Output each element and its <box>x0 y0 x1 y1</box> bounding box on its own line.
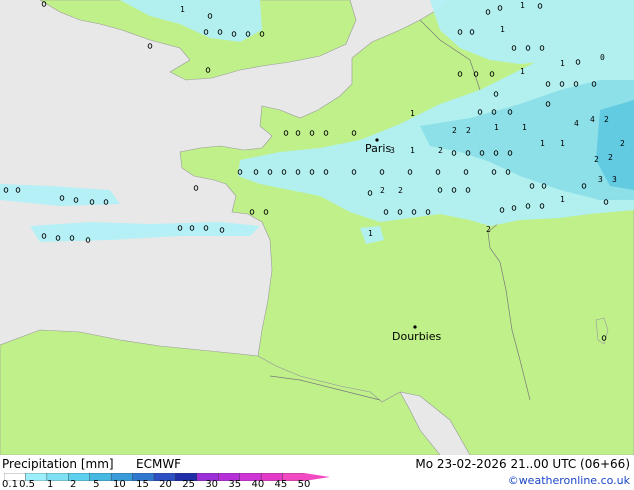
precip-label: 1 <box>500 25 505 34</box>
precip-label: 1 <box>410 109 415 118</box>
color-scale-tick-label: 20 <box>159 479 172 490</box>
precip-label: 4 <box>574 119 579 128</box>
precip-label: 1 <box>520 1 525 10</box>
legend-footer: Precipitation [mm] ECMWF Mo 23-02-2026 2… <box>0 455 634 490</box>
precip-label: 1 <box>560 59 565 68</box>
precipitation-map: 3 1 2 2 2 1 1 4 4 2 2 2 3 3 2 2 2 2 1 1 … <box>0 0 634 455</box>
precip-label: 1 <box>560 139 565 148</box>
precip-label: 1 <box>522 123 527 132</box>
dourbies-marker <box>413 325 417 329</box>
color-scale-tick-label: 0.1 <box>2 479 18 490</box>
color-scale-tick-label: 50 <box>297 479 311 490</box>
color-scale-tick-label: 35 <box>228 479 242 490</box>
color-scale-tick-label: 40 <box>251 479 265 490</box>
precip-label: 2 <box>486 225 491 234</box>
city-label-paris: Paris <box>365 142 391 155</box>
precip-label: 2 <box>608 153 613 162</box>
precip-label: 2 <box>380 186 385 195</box>
precip-label: 2 <box>620 139 625 148</box>
color-scale-tick-label: 30 <box>205 479 219 490</box>
precip-label: 1 <box>368 229 373 238</box>
precip-label: 1 <box>180 5 185 14</box>
valid-datetime: Mo 23-02-2026 21..00 UTC (06+66) <box>415 457 630 471</box>
color-scale-tick-label: 10 <box>113 479 126 490</box>
precip-label: 2 <box>398 186 403 195</box>
precip-label: 2 <box>452 126 457 135</box>
color-scale-tick-label: 5 <box>93 479 100 490</box>
precip-label: 1 <box>494 123 499 132</box>
color-scale-tick-label: 0.5 <box>19 479 36 490</box>
map-panel: 3 1 2 2 2 1 1 4 4 2 2 2 3 3 2 2 2 2 1 1 … <box>0 0 634 490</box>
precip-label: 1 <box>520 67 525 76</box>
precip-label: 2 <box>466 126 471 135</box>
credit-link[interactable]: ©weatheronline.co.uk <box>508 474 630 487</box>
model-name: ECMWF <box>136 457 182 471</box>
precip-label: 1 <box>540 139 545 148</box>
precip-label: 2 <box>594 155 599 164</box>
color-scale-tick-label: 2 <box>70 479 77 490</box>
precip-label: 1 <box>410 146 415 155</box>
precip-label: 3 <box>612 175 617 184</box>
color-scale-tick-label: 15 <box>136 479 149 490</box>
color-scale-tick-label: 1 <box>46 479 54 490</box>
precip-label: 3 <box>598 175 603 184</box>
precip-label: 1 <box>560 195 565 204</box>
precip-label: 4 <box>590 115 595 124</box>
precip-label: 0 <box>600 53 605 62</box>
color-scale-tick-label: 25 <box>182 479 195 490</box>
city-label-dourbies: Dourbies <box>392 330 442 343</box>
color-scale-tick-label: 45 <box>274 479 288 490</box>
legend-title: Precipitation [mm] <box>2 457 114 471</box>
precip-label: 2 <box>604 115 609 124</box>
precip-label: 2 <box>438 146 443 155</box>
